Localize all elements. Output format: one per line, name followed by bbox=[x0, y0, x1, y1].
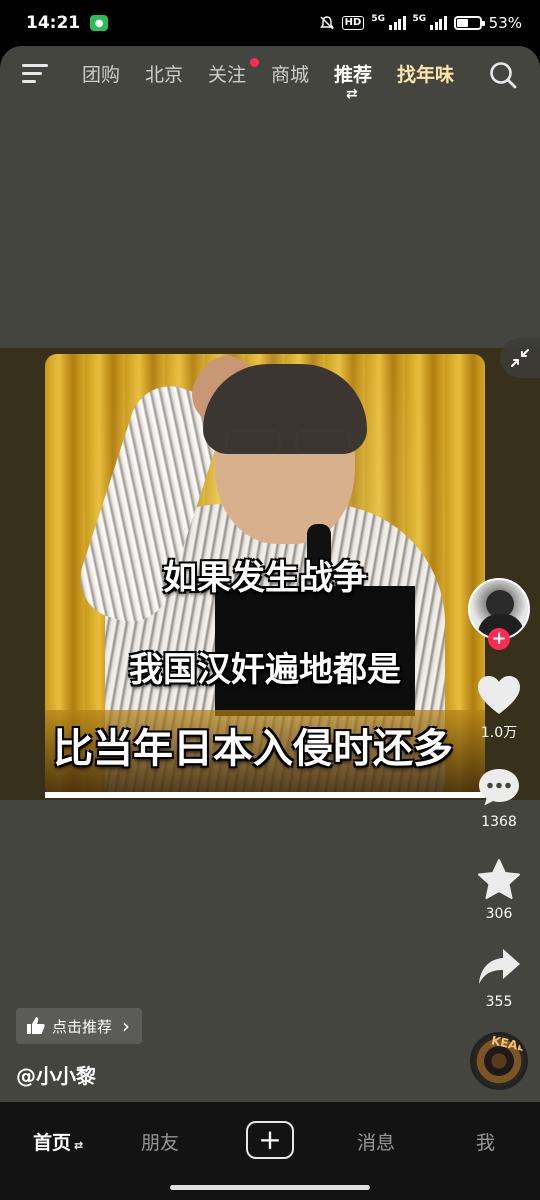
video-player[interactable]: 如果发生战争 我国汉奸遍地都是 比当年日本入侵时还多 bbox=[0, 348, 540, 800]
author-name[interactable]: @小小黎 bbox=[16, 1060, 96, 1089]
tab-beijing[interactable]: 北京 bbox=[145, 60, 208, 87]
swap-icon: ⇄ bbox=[346, 86, 358, 102]
tab-group-buy[interactable]: 团购 bbox=[82, 60, 145, 87]
comment-icon bbox=[479, 769, 519, 806]
author-avatar[interactable]: + bbox=[468, 578, 530, 652]
fullscreen-button[interactable] bbox=[500, 338, 540, 378]
battery-icon bbox=[453, 16, 485, 30]
thumbs-up-icon bbox=[27, 1017, 45, 1034]
like-count: 1.0万 bbox=[480, 725, 518, 741]
video-caption-2: 我国汉奸遍地都是 bbox=[129, 650, 401, 690]
video-caption-1: 如果发生战争 bbox=[163, 558, 367, 598]
create-button[interactable]: + bbox=[246, 1121, 294, 1159]
tab-mall[interactable]: 商城 bbox=[271, 60, 334, 87]
music-disc[interactable]: KEAD bbox=[470, 1032, 528, 1090]
status-time: 14:21 bbox=[26, 13, 81, 33]
tab-me[interactable]: 我 bbox=[476, 1128, 495, 1155]
star-icon bbox=[478, 859, 520, 899]
tab-label: 推荐 bbox=[334, 64, 373, 86]
tab-me-label: 我 bbox=[476, 1132, 496, 1154]
tab-home-label: 首页 bbox=[33, 1132, 72, 1154]
tab-new-year[interactable]: 找年味 bbox=[397, 60, 460, 87]
signal-icon-1 bbox=[389, 16, 406, 30]
comment-count: 1368 bbox=[481, 814, 517, 830]
nav-tabs: 团购 北京 关注 商城 推荐 ⇄ 找年味 bbox=[82, 58, 460, 102]
tab-recommend[interactable]: 推荐 ⇄ bbox=[334, 60, 397, 102]
swap-icon: ⇄ bbox=[74, 1139, 84, 1152]
heart-icon bbox=[478, 676, 520, 714]
tab-messages[interactable]: 消息 bbox=[357, 1128, 395, 1155]
feed-screen: 团购 北京 关注 商城 推荐 ⇄ 找年味 如果发生战争 我国汉奸遍地都是 比当年日… bbox=[0, 46, 540, 1102]
status-right-cluster: HD 5G 5G 53% bbox=[319, 14, 522, 32]
share-button[interactable]: 355 bbox=[466, 946, 532, 1010]
collapse-arrows-icon bbox=[511, 349, 529, 367]
video-bottom-border bbox=[45, 792, 485, 798]
favorite-count: 306 bbox=[485, 906, 513, 922]
recommend-button[interactable]: 点击推荐 › bbox=[16, 1008, 143, 1044]
comment-button[interactable]: 1368 bbox=[466, 766, 532, 830]
hd-badge: HD bbox=[341, 16, 365, 30]
tab-home[interactable]: 首页 ⇄ bbox=[33, 1128, 83, 1155]
tab-friends[interactable]: 朋友 bbox=[141, 1128, 179, 1155]
tab-messages-label: 消息 bbox=[357, 1132, 396, 1154]
search-icon[interactable] bbox=[488, 60, 518, 90]
video-frame: 如果发生战争 我国汉奸遍地都是 比当年日本入侵时还多 bbox=[45, 354, 485, 796]
network-label-1: 5G bbox=[371, 14, 385, 24]
battery-percent: 53% bbox=[488, 14, 522, 32]
tab-following[interactable]: 关注 bbox=[208, 58, 271, 87]
tab-label: 关注 bbox=[208, 64, 247, 86]
status-bar: 14:21 ● HD 5G 5G 53% bbox=[0, 0, 540, 46]
top-nav: 团购 北京 关注 商城 推荐 ⇄ 找年味 bbox=[0, 46, 540, 106]
speaker-glasses bbox=[225, 430, 355, 456]
tab-label: 商城 bbox=[271, 64, 310, 86]
tab-label: 找年味 bbox=[397, 64, 455, 86]
tab-label: 北京 bbox=[145, 64, 184, 86]
chevron-right-icon: › bbox=[122, 1014, 131, 1038]
recommend-label: 点击推荐 bbox=[52, 1017, 113, 1036]
tab-label: 团购 bbox=[82, 64, 121, 86]
wechat-icon: ● bbox=[90, 15, 109, 31]
share-arrow-icon bbox=[479, 949, 520, 984]
menu-icon[interactable] bbox=[22, 62, 50, 86]
video-caption-3: 比当年日本入侵时还多 bbox=[53, 726, 453, 772]
plus-icon: + bbox=[258, 1123, 282, 1156]
battery-fill bbox=[456, 19, 469, 27]
tab-friends-label: 朋友 bbox=[141, 1132, 180, 1154]
follow-plus-button[interactable]: + bbox=[488, 628, 510, 650]
network-label-2: 5G bbox=[412, 14, 427, 24]
share-count: 355 bbox=[485, 994, 513, 1010]
favorite-button[interactable]: 306 bbox=[466, 858, 532, 922]
bell-muted-icon bbox=[319, 16, 334, 30]
notification-dot bbox=[250, 58, 259, 67]
like-button[interactable]: 1.0万 bbox=[466, 674, 532, 742]
signal-icon-2 bbox=[430, 16, 447, 30]
home-indicator bbox=[170, 1185, 370, 1190]
